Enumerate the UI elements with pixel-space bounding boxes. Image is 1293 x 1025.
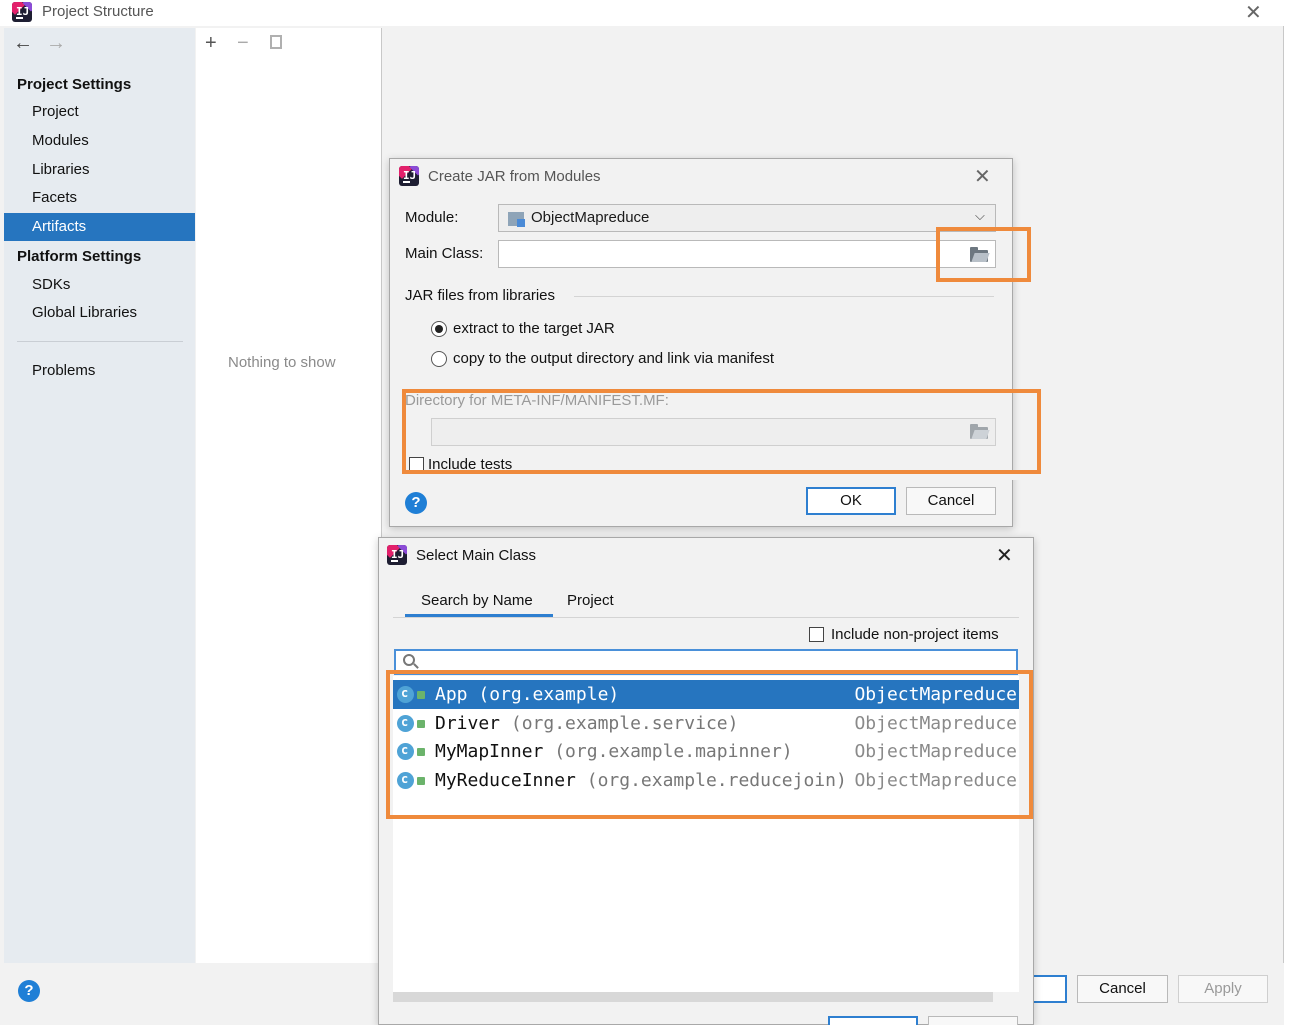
- group-divider: [574, 296, 994, 297]
- extract-radio-label[interactable]: extract to the target JAR: [453, 320, 615, 337]
- remove-icon[interactable]: −: [237, 32, 249, 55]
- intellij-logo-icon: IJ: [387, 545, 407, 565]
- module-icon: [508, 212, 525, 227]
- artifacts-list-panel: [196, 28, 382, 963]
- project-settings-header: Project Settings: [17, 76, 132, 93]
- cancel-button-partial[interactable]: [928, 1016, 1018, 1025]
- sidebar-item-libraries[interactable]: Libraries: [4, 156, 195, 184]
- search-icon-handle: [413, 663, 419, 669]
- copy-radio[interactable]: [431, 351, 447, 367]
- sidebar-item-project[interactable]: Project: [4, 98, 195, 126]
- copy-radio-label[interactable]: copy to the output directory and link vi…: [453, 350, 774, 367]
- add-icon[interactable]: +: [205, 32, 217, 55]
- help-icon[interactable]: ?: [18, 980, 40, 1002]
- sidebar-item-sdks[interactable]: SDKs: [4, 271, 195, 299]
- module-select[interactable]: ObjectMapreduce ⌵: [498, 204, 996, 232]
- sidebar-item-global-libraries[interactable]: Global Libraries: [4, 299, 195, 327]
- main-class-dialog-title: Select Main Class: [416, 547, 537, 564]
- intellij-logo-icon: IJ: [399, 166, 419, 186]
- tab-search-by-name[interactable]: Search by Name: [421, 592, 533, 609]
- window-title: Project Structure: [42, 3, 154, 20]
- title-bar: IJ Project Structure ✕: [0, 0, 1284, 26]
- main-class-label: Main Class:: [405, 245, 484, 262]
- module-label: Module:: [405, 209, 459, 226]
- help-icon[interactable]: ?: [405, 492, 427, 514]
- close-icon[interactable]: ✕: [1245, 0, 1262, 25]
- ok-button[interactable]: OK: [806, 487, 896, 515]
- main-class-field[interactable]: [498, 240, 996, 268]
- apply-button[interactable]: Apply: [1178, 975, 1268, 1003]
- sidebar-item-artifacts[interactable]: Artifacts: [4, 213, 195, 241]
- sidebar-item-modules[interactable]: Modules: [4, 127, 195, 155]
- empty-list-text: Nothing to show: [228, 354, 336, 371]
- ok-button-main[interactable]: [1030, 975, 1067, 1003]
- include-non-project-label[interactable]: Include non-project items: [831, 626, 999, 643]
- ok-button-partial[interactable]: [828, 1016, 918, 1025]
- jar-files-group-label: JAR files from libraries: [405, 287, 556, 304]
- tab-project[interactable]: Project: [567, 592, 614, 609]
- highlight-box: [936, 227, 1031, 282]
- cancel-button[interactable]: Cancel: [906, 487, 996, 515]
- extract-radio[interactable]: [431, 321, 447, 337]
- platform-settings-header: Platform Settings: [17, 248, 142, 265]
- back-arrow-icon[interactable]: ←: [13, 32, 33, 55]
- sidebar-item-facets[interactable]: Facets: [4, 184, 195, 212]
- module-select-value: ObjectMapreduce: [531, 209, 650, 226]
- horizontal-scrollbar[interactable]: [393, 992, 993, 1002]
- highlight-box: [402, 389, 1041, 474]
- close-icon[interactable]: ✕: [996, 543, 1013, 568]
- sidebar-item-problems[interactable]: Problems: [4, 357, 195, 385]
- jar-dialog-title: Create JAR from Modules: [428, 168, 601, 185]
- copy-icon[interactable]: [270, 35, 282, 49]
- forward-arrow-icon[interactable]: →: [46, 32, 66, 55]
- highlight-box: [386, 670, 1033, 819]
- sidebar-divider: [17, 341, 183, 342]
- cancel-button-main[interactable]: Cancel: [1077, 975, 1168, 1003]
- intellij-logo-icon: IJ: [12, 2, 32, 22]
- chevron-down-icon: ⌵: [975, 208, 985, 223]
- include-non-project-checkbox[interactable]: [809, 627, 824, 642]
- close-icon[interactable]: ✕: [974, 164, 991, 189]
- tabs-divider: [393, 617, 1019, 618]
